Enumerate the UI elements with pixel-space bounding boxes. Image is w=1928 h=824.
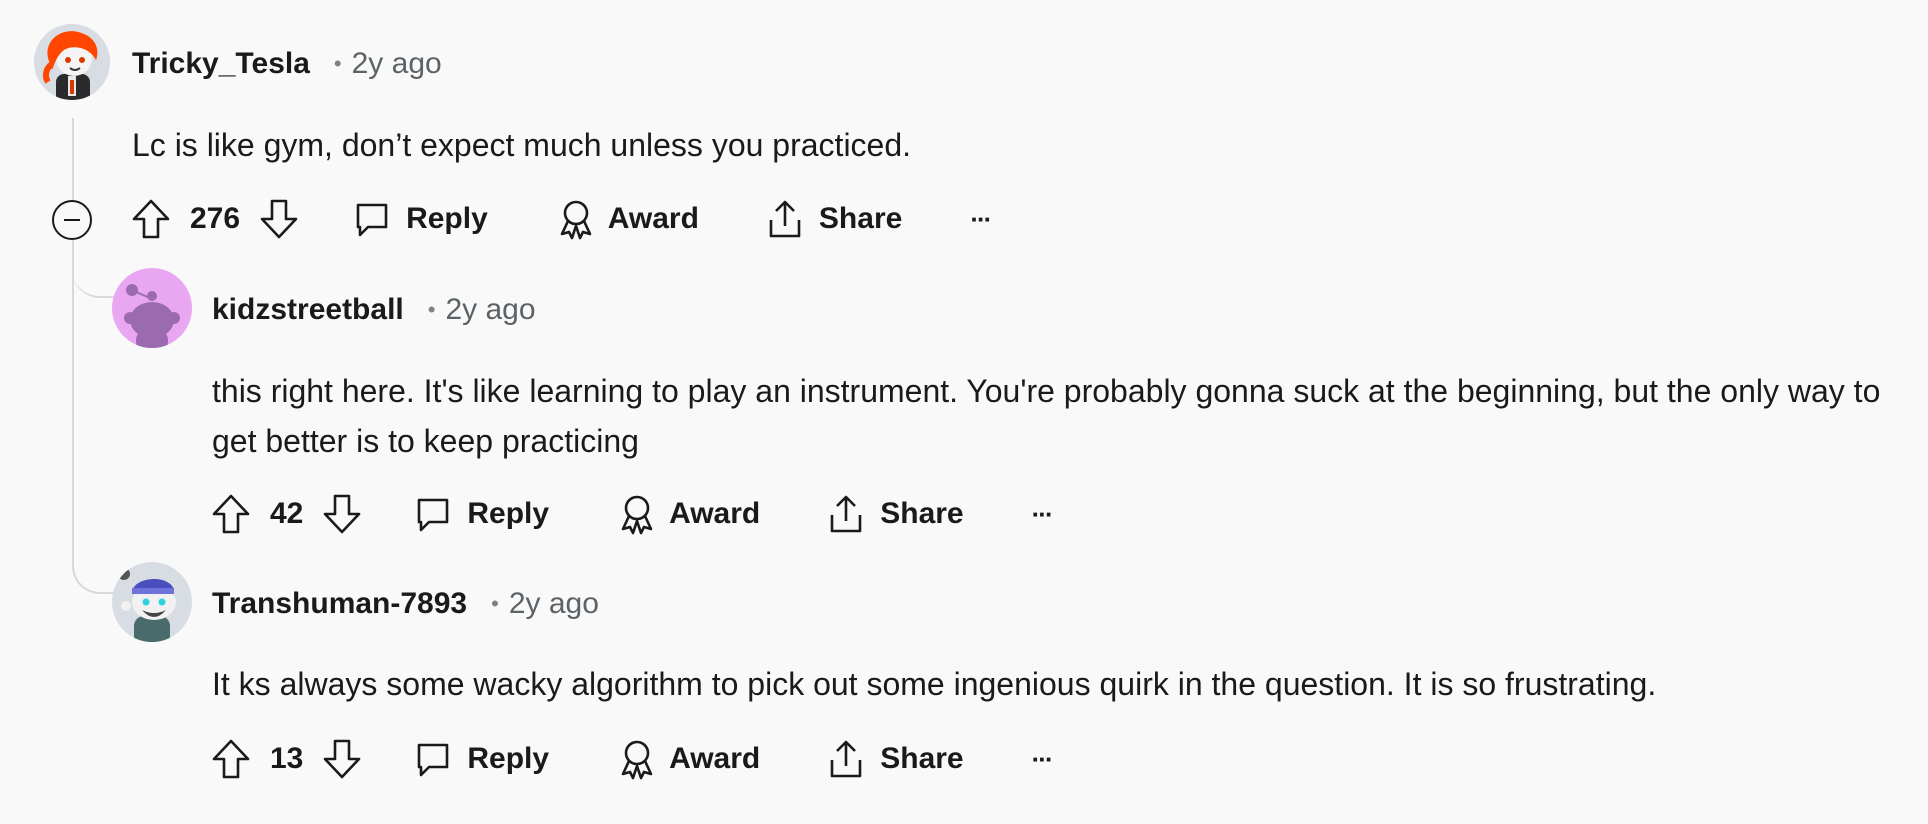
- upvote-icon[interactable]: [210, 492, 252, 536]
- collapse-thread-button[interactable]: [52, 200, 92, 240]
- share-button[interactable]: Share: [826, 738, 964, 780]
- award-icon: [560, 200, 592, 240]
- more-options-icon: ···: [1031, 498, 1054, 529]
- thread-branch-2: [72, 520, 118, 594]
- vote-count: 276: [190, 202, 241, 235]
- downvote-icon[interactable]: [321, 737, 363, 781]
- comment-actions: 13 Reply Award Share ···: [210, 733, 1054, 785]
- comment-meta: kidzstreetball • 2y ago: [212, 290, 536, 330]
- snoo-avatar-icon: [112, 562, 192, 642]
- vote-count: 13: [270, 742, 304, 775]
- more-options-button[interactable]: ···: [970, 203, 992, 235]
- snoo-avatar-icon: [34, 24, 110, 100]
- share-label: Share: [880, 497, 964, 530]
- share-button[interactable]: Share: [765, 198, 902, 240]
- separator-dot: •: [333, 51, 342, 76]
- thread-line-children: [72, 240, 74, 555]
- comment-body: Lc is like gym, don’t expect much unless…: [132, 127, 912, 163]
- timestamp[interactable]: 2y ago: [509, 587, 599, 621]
- reply-button[interactable]: Reply: [413, 739, 549, 779]
- comment-icon: [356, 203, 388, 237]
- upvote-icon[interactable]: [130, 197, 172, 241]
- downvote-icon[interactable]: [321, 492, 363, 536]
- avatar[interactable]: [34, 24, 110, 100]
- comment-body: It ks always some wacky algorithm to pic…: [212, 666, 1657, 702]
- downvote-icon[interactable]: [258, 197, 300, 241]
- share-label: Share: [818, 202, 903, 235]
- username[interactable]: kidzstreetball: [212, 293, 404, 327]
- reply-label: Reply: [467, 497, 550, 530]
- snoo-avatar-icon: [112, 268, 192, 348]
- award-icon: [621, 495, 653, 535]
- share-label: Share: [880, 742, 964, 775]
- reply-label: Reply: [406, 202, 488, 235]
- comment-icon: [418, 743, 449, 777]
- thread-line-parent: [72, 118, 74, 206]
- separator-dot: •: [491, 591, 499, 616]
- reply-label: Reply: [467, 742, 550, 775]
- reply-button[interactable]: Reply: [413, 494, 549, 534]
- separator-dot: •: [427, 297, 436, 322]
- share-icon: [769, 200, 801, 238]
- award-icon: [621, 740, 653, 780]
- more-options-icon: ···: [970, 203, 992, 234]
- share-button[interactable]: Share: [826, 493, 964, 535]
- comment-meta: Transhuman-7893 • 2y ago: [212, 584, 599, 624]
- username[interactable]: Transhuman-7893: [212, 587, 467, 621]
- share-icon: [830, 495, 862, 533]
- timestamp[interactable]: 2y ago: [352, 47, 442, 81]
- avatar[interactable]: [112, 562, 192, 642]
- more-options-button[interactable]: ···: [1031, 743, 1054, 775]
- timestamp[interactable]: 2y ago: [445, 293, 535, 327]
- thread-branch-1: [72, 240, 116, 298]
- award-label: Award: [669, 497, 761, 530]
- more-options-button[interactable]: ···: [1031, 498, 1054, 530]
- vote-count: 42: [270, 497, 304, 530]
- award-button[interactable]: Award: [617, 493, 760, 535]
- upvote-icon[interactable]: [210, 737, 252, 781]
- comment-thread: Tricky_Tesla • 2y ago Lc is like gym, do…: [0, 0, 1928, 824]
- award-button[interactable]: Award: [556, 198, 699, 240]
- more-options-icon: ···: [1031, 743, 1054, 774]
- username[interactable]: Tricky_Tesla: [132, 47, 310, 81]
- award-label: Award: [607, 202, 699, 235]
- comment-actions: 42 Reply Award Share ···: [210, 488, 1054, 540]
- reply-button[interactable]: Reply: [352, 199, 488, 239]
- comment-meta: Tricky_Tesla • 2y ago: [132, 44, 442, 84]
- avatar[interactable]: [112, 268, 192, 348]
- award-label: Award: [669, 742, 761, 775]
- comment-body: this right here. It's like learning to p…: [212, 373, 1881, 459]
- comment-icon: [418, 498, 449, 532]
- comment-actions: 276 Reply Award Share ···: [130, 193, 992, 245]
- share-icon: [830, 740, 862, 778]
- award-button[interactable]: Award: [617, 738, 760, 780]
